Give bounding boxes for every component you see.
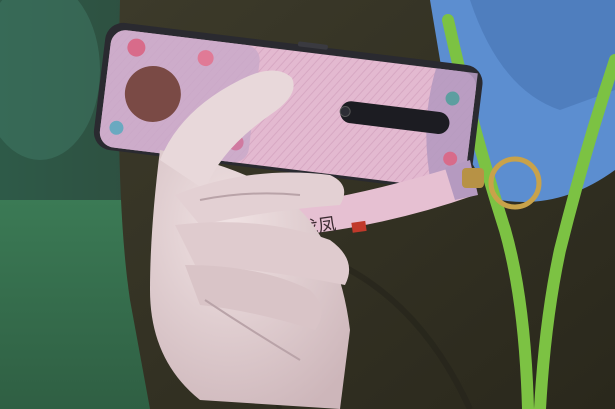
strap-seal [351, 220, 367, 233]
strap-clasp [462, 168, 484, 188]
photo-illustration: 龙凤 [0, 0, 615, 409]
photo-scene: 龙凤 [0, 0, 615, 409]
